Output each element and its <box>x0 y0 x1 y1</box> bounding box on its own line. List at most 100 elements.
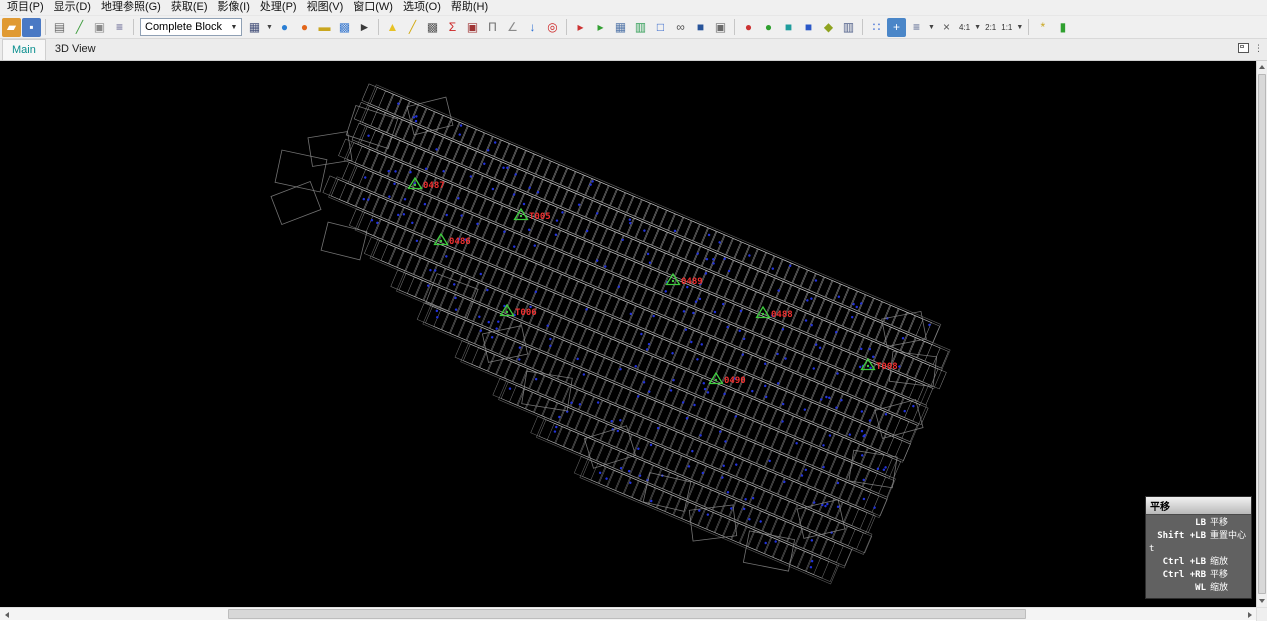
toolbar-separator <box>133 19 134 35</box>
zoom-preset-1-1-button[interactable]: 1:1 <box>999 18 1014 37</box>
block-canvas-svg[interactable]: 0487T00504860489T0060488T0080490 <box>0 61 1256 607</box>
bank-icon[interactable]: Π <box>483 18 502 37</box>
zoom-preset-2-1-button[interactable]: 2:1 <box>983 18 998 37</box>
stray-photo-footprint <box>275 150 327 192</box>
control-point-label: T008 <box>876 362 898 372</box>
scroll-up-icon[interactable] <box>1257 61 1267 73</box>
vertical-scrollbar-thumb[interactable] <box>1258 74 1266 594</box>
edit-points-icon[interactable]: ╱ <box>403 18 422 37</box>
histogram-icon[interactable]: ▥ <box>631 18 650 37</box>
block-selector-combobox[interactable]: Complete Block <box>140 18 242 36</box>
menu-item-help[interactable]: 帮助(H) <box>446 0 493 15</box>
menu-item-georeference[interactable]: 地理参照(G) <box>96 0 166 15</box>
zoom-preset-4-1-button[interactable]: 4:1 <box>957 18 972 37</box>
warning-icon[interactable]: ▲ <box>383 18 402 37</box>
block-grid-dropdown-icon[interactable] <box>265 18 274 37</box>
menu-item-project[interactable]: 项目(P) <box>2 0 49 15</box>
dem-icon[interactable]: ▬ <box>315 18 334 37</box>
layers-dropdown-icon[interactable] <box>927 18 936 37</box>
ortho-image-icon[interactable]: ▩ <box>335 18 354 37</box>
menu-item-imagery[interactable]: 影像(I) <box>213 0 255 15</box>
sun-icon[interactable]: ● <box>295 18 314 37</box>
open-icon[interactable]: ▰ <box>2 18 21 37</box>
save-icon[interactable]: ▪ <box>22 18 41 37</box>
green-chart-icon[interactable]: ▮ <box>1053 18 1072 37</box>
scroll-down-icon[interactable] <box>1257 595 1267 607</box>
menu-item-display[interactable]: 显示(D) <box>49 0 96 15</box>
menu-item-view[interactable]: 视图(V) <box>302 0 349 15</box>
data-table-icon[interactable]: ▦ <box>611 18 630 37</box>
toolbar-separator <box>734 19 735 35</box>
select-cursor-icon[interactable]: ► <box>355 18 374 37</box>
status-strip <box>0 620 1267 627</box>
monitor-icon[interactable]: □ <box>651 18 670 37</box>
zoom-preset-dropdown-icon[interactable] <box>1015 18 1024 37</box>
edit-icon[interactable]: ╱ <box>70 18 89 37</box>
globe-icon[interactable]: ● <box>275 18 294 37</box>
control-point[interactable]: 0490 <box>710 373 746 386</box>
angle-measure-icon[interactable]: ∠ <box>503 18 522 37</box>
point-green-icon[interactable]: ● <box>759 18 778 37</box>
link-icon[interactable]: ∞ <box>671 18 690 37</box>
mask-icon[interactable]: ▩ <box>423 18 442 37</box>
vertical-scrollbar[interactable] <box>1256 61 1267 607</box>
viewport[interactable]: 0487T00504860489T0060488T0080490 平移 LB平移… <box>0 61 1267 607</box>
undock-panel-icon[interactable] <box>1238 43 1249 53</box>
combo-dropdown-icon[interactable] <box>227 19 241 35</box>
control-point-label: T005 <box>529 212 551 222</box>
scroll-left-icon[interactable] <box>0 608 13 621</box>
gears-icon[interactable]: * <box>1033 18 1052 37</box>
block-grid-icon[interactable]: ▦ <box>245 18 264 37</box>
strip-view-icon[interactable]: ▥ <box>839 18 858 37</box>
help-line: t <box>1149 543 1248 556</box>
panel-options-icon[interactable]: ⋮ <box>1254 44 1263 53</box>
control-point[interactable]: T005 <box>515 209 551 222</box>
control-point-label: 0488 <box>771 310 793 320</box>
help-line: Shift +LB重置中心 <box>1149 530 1248 543</box>
pan-hand-icon[interactable]: + <box>887 18 906 37</box>
horizontal-scrollbar[interactable] <box>0 607 1267 620</box>
tile-olive-icon[interactable]: ◆ <box>819 18 838 37</box>
stray-photo-footprint <box>321 222 367 260</box>
new-block-icon[interactable]: ▤ <box>50 18 69 37</box>
import-down-icon[interactable]: ↓ <box>523 18 542 37</box>
workstation-icon[interactable]: ■ <box>691 18 710 37</box>
gcp-target-icon[interactable]: ◎ <box>543 18 562 37</box>
control-point[interactable]: 0487 <box>409 178 445 191</box>
tab-main[interactable]: Main <box>2 39 46 60</box>
stray-photo-footprint <box>271 181 321 224</box>
stray-photo-footprint <box>308 132 352 167</box>
tabbar: Main 3D View ⋮ <box>0 39 1267 61</box>
scrollbar-corner <box>1256 608 1267 621</box>
menu-item-acquisition[interactable]: 获取(E) <box>166 0 213 15</box>
horizontal-scrollbar-thumb[interactable] <box>228 609 1026 619</box>
tab-3d-view[interactable]: 3D View <box>46 39 105 60</box>
sigma-icon[interactable]: Σ <box>443 18 462 37</box>
control-point-label: 0489 <box>681 277 703 287</box>
help-line: Ctrl +RB平移 <box>1149 569 1248 582</box>
layers-icon[interactable]: ≡ <box>907 18 926 37</box>
scroll-right-icon[interactable] <box>1243 608 1256 621</box>
tile-teal-icon[interactable]: ■ <box>779 18 798 37</box>
pan-help-overlay: 平移 LB平移 Shift +LB重置中心 t Ctrl +LB缩放 Ctrl … <box>1145 496 1252 599</box>
help-line: Ctrl +LB缩放 <box>1149 556 1248 569</box>
properties-icon[interactable]: ≡ <box>110 18 129 37</box>
point-red-icon[interactable]: ● <box>739 18 758 37</box>
flag-red-icon[interactable]: ▸ <box>571 18 590 37</box>
grid-dots-icon[interactable]: ∷ <box>867 18 886 37</box>
control-point-label: 0487 <box>423 181 445 191</box>
zoom-preset-dropdown-icon[interactable] <box>973 18 982 37</box>
menu-item-processing[interactable]: 处理(P) <box>255 0 302 15</box>
scissors-icon[interactable]: × <box>937 18 956 37</box>
snapshot-icon[interactable]: ▣ <box>711 18 730 37</box>
toolbar-separator <box>566 19 567 35</box>
menu-item-window[interactable]: 窗口(W) <box>348 0 398 15</box>
camera-icon[interactable]: ▣ <box>463 18 482 37</box>
tile-blue-icon[interactable]: ■ <box>799 18 818 37</box>
stray-photo-footprint <box>849 450 897 488</box>
control-point[interactable]: 0489 <box>667 274 703 287</box>
flag-green-icon[interactable]: ▸ <box>591 18 610 37</box>
control-point[interactable]: 0486 <box>435 234 471 247</box>
copy-icon[interactable]: ▣ <box>90 18 109 37</box>
menu-item-options[interactable]: 选项(O) <box>398 0 446 15</box>
